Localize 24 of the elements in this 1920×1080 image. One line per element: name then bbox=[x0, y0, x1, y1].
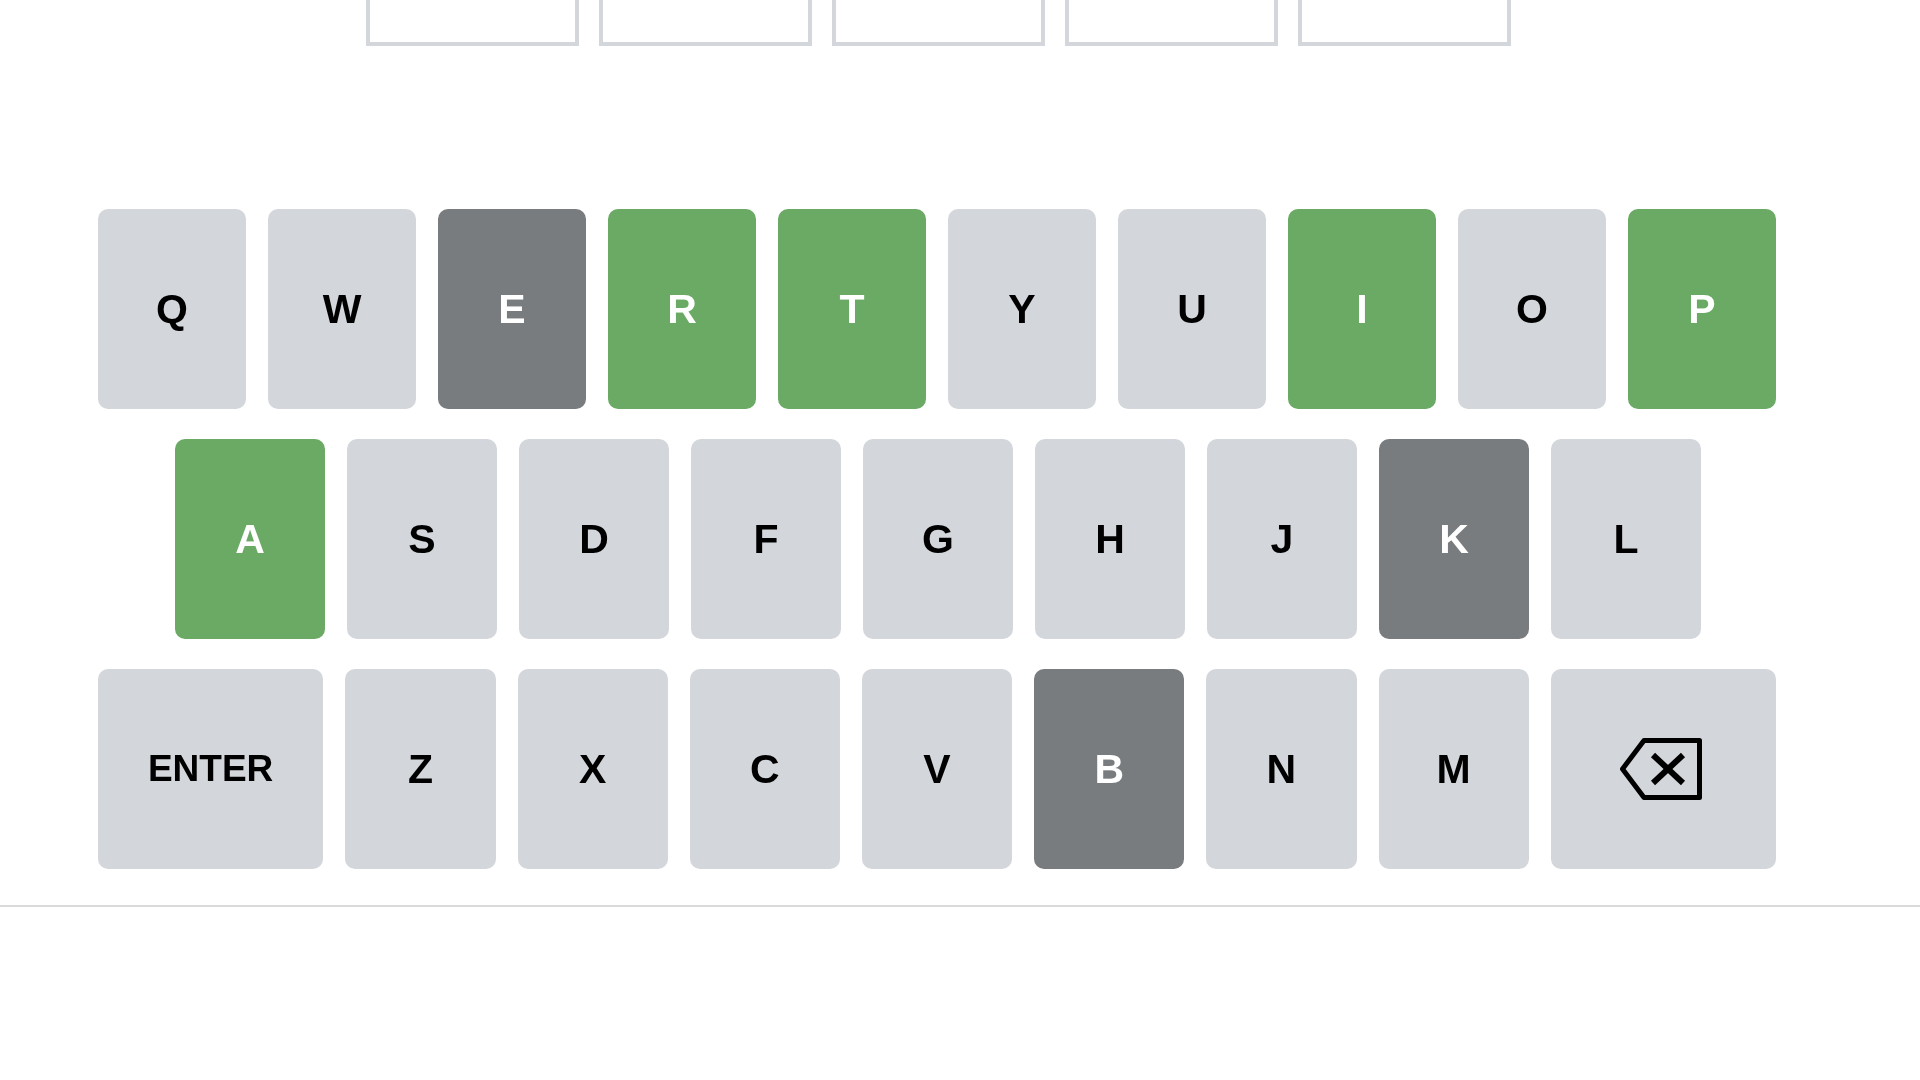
backspace-key[interactable] bbox=[1550, 669, 1776, 869]
letter-key[interactable]: N bbox=[1206, 669, 1357, 869]
letter-key[interactable]: D bbox=[519, 439, 669, 639]
enter-key[interactable]: ENTER bbox=[98, 669, 324, 869]
letter-key[interactable]: J bbox=[1207, 439, 1357, 639]
letter-key[interactable]: Y bbox=[948, 209, 1096, 409]
letter-key[interactable]: C bbox=[689, 669, 840, 869]
letter-key[interactable]: M bbox=[1378, 669, 1529, 869]
letter-key[interactable]: B bbox=[1034, 669, 1185, 869]
letter-key[interactable]: S bbox=[347, 439, 497, 639]
letter-key[interactable]: H bbox=[1035, 439, 1185, 639]
letter-key[interactable]: Z bbox=[345, 669, 496, 869]
letter-key[interactable]: X bbox=[517, 669, 668, 869]
letter-key[interactable]: L bbox=[1551, 439, 1701, 639]
letter-key[interactable]: Q bbox=[98, 209, 246, 409]
letter-key[interactable]: E bbox=[438, 209, 586, 409]
letter-key[interactable]: F bbox=[691, 439, 841, 639]
letter-key[interactable]: W bbox=[268, 209, 416, 409]
letter-key[interactable]: K bbox=[1379, 439, 1529, 639]
letter-key[interactable]: U bbox=[1118, 209, 1266, 409]
letter-key[interactable]: G bbox=[863, 439, 1013, 639]
backspace-icon bbox=[1620, 738, 1703, 800]
letter-key[interactable]: V bbox=[861, 669, 1013, 869]
letter-key[interactable]: O bbox=[1458, 209, 1606, 409]
